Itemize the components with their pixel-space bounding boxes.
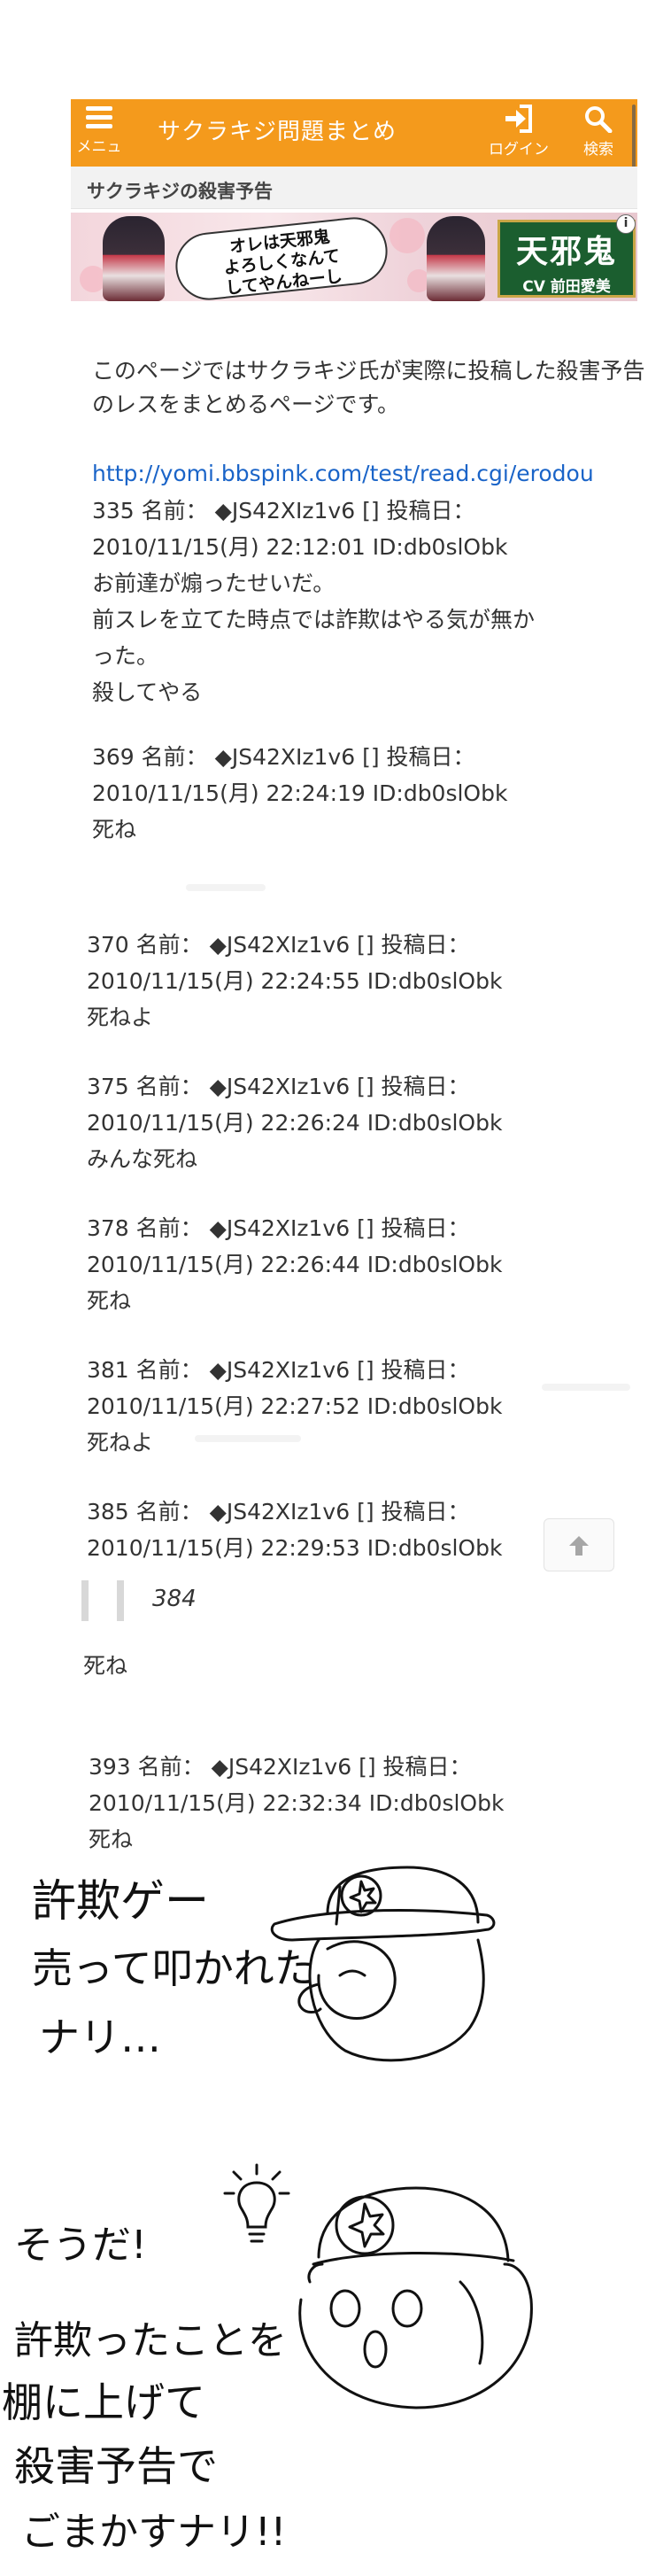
post: 369 名前： ◆JS42XIz1v6 [] 投稿日： 2010/11/15(月… — [92, 739, 659, 848]
post: 375 名前： ◆JS42XIz1v6 [] 投稿日： 2010/11/15(月… — [87, 1068, 653, 1177]
post: 378 名前： ◆JS42XIz1v6 [] 投稿日： 2010/11/15(月… — [87, 1210, 653, 1319]
post-date: 2010/11/15(月) 22:24:19 ID:db0slObk — [92, 780, 508, 806]
post-body-line: 死ね — [83, 1653, 128, 1679]
post-date: 2010/11/15(月) 22:12:01 ID:db0slObk — [92, 534, 508, 560]
lightbulb-icon — [223, 2163, 290, 2243]
banner-flower — [389, 218, 425, 253]
post: 393 名前： ◆JS42XIz1v6 [] 投稿日： 2010/11/15(月… — [89, 1749, 655, 1858]
scroll-to-top-button[interactable] — [544, 1518, 614, 1571]
subheader-title: サクラキジの殺害予告 — [87, 181, 273, 202]
thread-link[interactable]: http://yomi.bbspink.com/test/read.cgi/er… — [92, 461, 671, 486]
post-date: 2010/11/15(月) 22:27:52 ID:db0slObk — [87, 1393, 503, 1419]
banner-character-left — [103, 216, 165, 301]
post-body-line: 殺してやる — [92, 679, 203, 705]
post-header: 369 名前： ◆JS42XIz1v6 [] 投稿日： — [92, 744, 475, 770]
post-date: 2010/11/15(月) 22:24:55 ID:db0slObk — [87, 968, 503, 994]
post-header: 393 名前： ◆JS42XIz1v6 [] 投稿日： — [89, 1754, 472, 1780]
faint-divider — [186, 884, 266, 891]
login-button[interactable]: ログイン — [476, 105, 561, 159]
search-button[interactable]: 検索 — [567, 105, 630, 159]
banner-catchphrase: オレは天邪鬼 よろしくなんて してやんねーし — [172, 213, 391, 301]
drawing-caption-line: ナリ… — [39, 2013, 161, 2061]
post-body-line: お前達が煽ったせいだ。 — [92, 570, 336, 596]
post-body-line: 死ねよ — [87, 1430, 154, 1455]
post-date: 2010/11/15(月) 22:26:24 ID:db0slObk — [87, 1110, 503, 1136]
site-title[interactable]: サクラキジ問題まとめ — [158, 113, 397, 146]
post-body-line: 死ね — [92, 817, 137, 842]
top-navigation-bar: メニュー サクラキジ問題まとめ ログイン 検索 — [71, 99, 637, 193]
post-body-line: 死ね — [87, 1288, 132, 1314]
post-header: 335 名前： ◆JS42XIz1v6 [] 投稿日： — [92, 498, 475, 524]
drawing-character-surprised — [298, 2186, 533, 2409]
drawing-caption-line: 棚に上げて — [2, 2378, 205, 2426]
drawing-character-cap — [270, 1866, 496, 2062]
intro-text: このページではサクラキジ氏が実際に投稿した殺害予告のレスをまとめるページです。 — [92, 358, 645, 417]
post-header: 375 名前： ◆JS42XIz1v6 [] 投稿日： — [87, 1074, 470, 1099]
banner-character-right — [427, 216, 485, 301]
faint-divider — [195, 1435, 301, 1442]
quote-bar — [117, 1580, 124, 1621]
post-header: 381 名前： ◆JS42XIz1v6 [] 投稿日： — [87, 1357, 470, 1383]
banner-logo-cv: CV 前田愛美 — [522, 278, 611, 296]
post-date: 2010/11/15(月) 22:26:44 ID:db0slObk — [87, 1252, 503, 1277]
arrow-up-icon — [569, 1536, 589, 1556]
post-header: 378 名前： ◆JS42XIz1v6 [] 投稿日： — [87, 1215, 470, 1241]
quote-text: 384 — [152, 1586, 197, 1612]
post: 381 名前： ◆JS42XIz1v6 [] 投稿日： 2010/11/15(月… — [87, 1352, 653, 1461]
search-icon — [585, 106, 613, 134]
post-body-line: 前スレを立てた時点では詐欺はやる気が無か — [92, 607, 536, 632]
ad-info-icon[interactable]: i — [616, 214, 636, 234]
drawing-caption-line: ごまかすナリ!! — [21, 2510, 287, 2555]
post-body-line: みんな死ね — [87, 1146, 198, 1172]
page-subheader: サクラキジの殺害予告 — [71, 167, 637, 209]
login-label: ログイン — [489, 141, 549, 159]
quote-bar — [81, 1580, 89, 1621]
search-label: 検索 — [583, 141, 613, 159]
post-header: 370 名前： ◆JS42XIz1v6 [] 投稿日： — [87, 932, 470, 958]
post-body-line: 死ねよ — [87, 1005, 154, 1030]
login-icon — [505, 105, 532, 133]
post: 335 名前： ◆JS42XIz1v6 [] 投稿日： 2010/11/15(月… — [92, 493, 659, 710]
drawing-caption-line: 許欺ったことを — [14, 2318, 287, 2363]
post-quote: 384 — [81, 1580, 347, 1621]
drawing-caption-line: 許欺ゲー — [32, 1875, 209, 1927]
faint-divider — [542, 1384, 630, 1391]
drawing-caption-line: そうだ! — [14, 2223, 147, 2268]
banner-logo-title: 天邪鬼 — [515, 233, 617, 270]
drawing-caption-line: 殺害予告で — [14, 2442, 218, 2490]
post: 370 名前： ◆JS42XIz1v6 [] 投稿日： 2010/11/15(月… — [87, 927, 653, 1036]
banner-logo: 天邪鬼 CV 前田愛美 — [497, 220, 636, 298]
ad-banner[interactable]: オレは天邪鬼 よろしくなんて してやんねーし 天邪鬼 CV 前田愛美 i — [71, 213, 637, 301]
post: 死ね — [83, 1648, 650, 1684]
hamburger-icon — [86, 106, 112, 128]
post-body-line: った。 — [92, 643, 159, 669]
post-date: 2010/11/15(月) 22:32:34 ID:db0slObk — [89, 1790, 505, 1816]
